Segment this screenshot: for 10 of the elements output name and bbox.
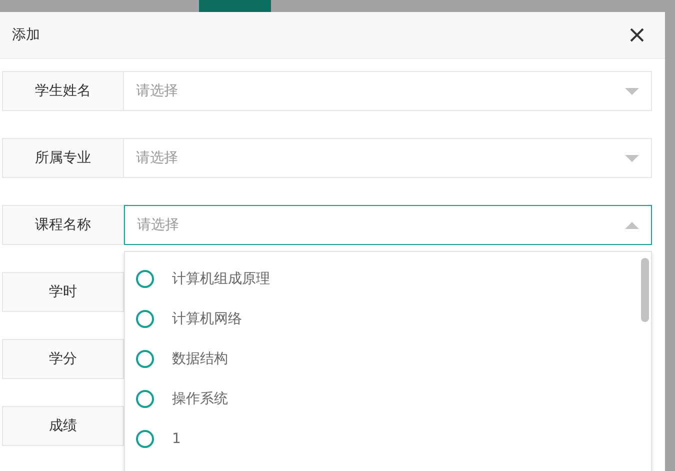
field-label: 学时 — [2, 272, 124, 312]
placeholder-text: 请选择 — [136, 149, 178, 167]
field-label: 成绩 — [2, 406, 124, 446]
field-label: 课程名称 — [2, 205, 124, 245]
placeholder-text: 请选择 — [137, 216, 179, 234]
placeholder-text: 请选择 — [136, 82, 178, 100]
field-label: 所属专业 — [2, 138, 124, 178]
field-label: 学分 — [2, 339, 124, 379]
dialog-title: 添加 — [12, 26, 40, 44]
field-label: 学生姓名 — [2, 71, 124, 111]
